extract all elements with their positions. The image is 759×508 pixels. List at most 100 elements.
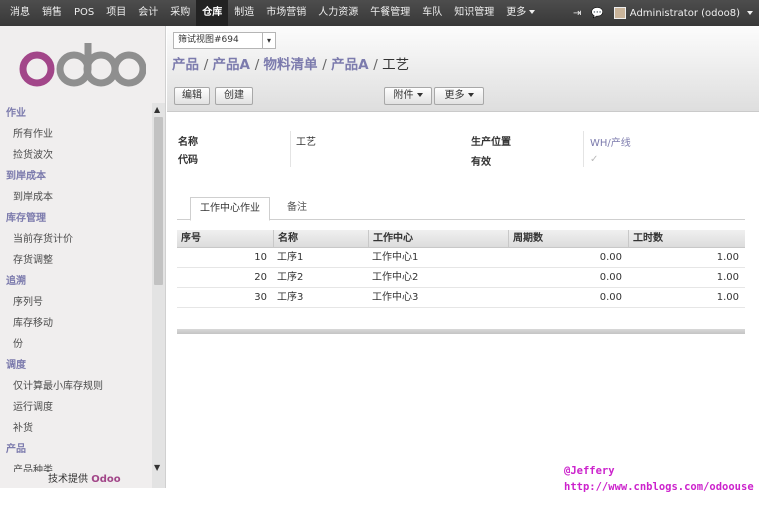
- attachment-label: 附件: [393, 90, 414, 101]
- more-label: 更多: [444, 90, 465, 101]
- cell-hours: 1.00: [716, 252, 739, 263]
- table-row[interactable]: 30 工序3 工作中心3 0.00 1.00: [177, 288, 745, 308]
- watermark-url: http://www.cnblogs.com/odoouse: [564, 481, 754, 493]
- active-label: 有效: [471, 157, 491, 168]
- cell-sequence: 10: [254, 252, 267, 263]
- menu-lunch[interactable]: 午餐管理: [364, 0, 416, 26]
- menu-purchase[interactable]: 采购: [164, 0, 196, 26]
- scrollbar-thumb[interactable]: [154, 117, 163, 285]
- operations-table: 序号 名称 工作中心 周期数 工时数 10 工序1 工作中心1 0.00 1.0…: [177, 230, 745, 308]
- sidebar: 作业 所有作业 捡货波次 到岸成本 到岸成本 库存管理 当前存货计价 存货调整 …: [0, 26, 166, 488]
- chevron-down-icon: [467, 93, 474, 97]
- sidebar-section-landed-costs: 到岸成本: [6, 171, 46, 182]
- sidebar-item-stock-moves[interactable]: 库存移动: [0, 313, 152, 334]
- sidebar-item-run-schedulers[interactable]: 运行调度: [0, 397, 152, 418]
- sidebar-item-serial-numbers[interactable]: 序列号: [0, 292, 152, 313]
- sidebar-item-picking-waves[interactable]: 捡货波次: [0, 145, 152, 166]
- breadcrumb-separator: /: [254, 57, 264, 73]
- sidebar-item-replenishment[interactable]: 补货: [0, 418, 152, 439]
- sidebar-item-landed-costs[interactable]: 到岸成本: [0, 187, 152, 208]
- view-selector-value: 筛试视图#694: [178, 35, 239, 45]
- cell-workcenter: 工作中心1: [372, 252, 419, 263]
- user-menu[interactable]: Administrator (odoo8): [613, 7, 753, 19]
- col-sequence[interactable]: 序号: [177, 230, 273, 248]
- col-cycles[interactable]: 周期数: [508, 230, 628, 248]
- name-label: 名称: [178, 137, 198, 148]
- chevron-down-icon: [747, 11, 753, 15]
- sidebar-item-inventory-valuation[interactable]: 当前存货计价: [0, 229, 152, 250]
- production-location-link[interactable]: WH/产线: [590, 134, 631, 149]
- menu-marketing[interactable]: 市场营销: [260, 0, 312, 26]
- scroll-up-icon[interactable]: ▲: [154, 105, 160, 114]
- breadcrumb-item[interactable]: 产品: [172, 57, 199, 73]
- menu-messages[interactable]: 消息: [4, 0, 36, 26]
- name-field: 工艺: [296, 137, 316, 148]
- table-header: 序号 名称 工作中心 周期数 工时数: [177, 230, 745, 248]
- cell-name: 工序1: [277, 252, 304, 263]
- sidebar-section-traceability: 追溯: [6, 276, 26, 287]
- chevron-down-icon[interactable]: ▾: [262, 33, 275, 48]
- breadcrumb-item[interactable]: 物料清单: [264, 57, 318, 73]
- menu-more-label: 更多: [506, 7, 527, 18]
- breadcrumb-item[interactable]: 产品A: [331, 57, 368, 73]
- cell-workcenter: 工作中心2: [372, 272, 419, 283]
- odoo-logo[interactable]: [18, 43, 146, 87]
- breadcrumb-separator: /: [373, 57, 383, 73]
- chevron-down-icon: [529, 10, 536, 14]
- menu-warehouse[interactable]: 仓库: [196, 0, 229, 26]
- avatar: [613, 7, 626, 19]
- powered-by-prefix: 技术提供: [48, 474, 88, 485]
- production-location-label: 生产位置: [471, 137, 511, 148]
- sidebar-section-operations: 作业: [6, 108, 26, 119]
- menu-project[interactable]: 项目: [100, 0, 132, 26]
- sidebar-item-all-operations[interactable]: 所有作业: [0, 124, 152, 145]
- sidebar-item-compute-min-rules[interactable]: 仅计算最小库存规则: [0, 376, 152, 397]
- scroll-down-icon[interactable]: ▼: [154, 463, 160, 472]
- tab-notes[interactable]: 备注: [278, 197, 316, 221]
- powered-by-link[interactable]: Odoo: [91, 474, 120, 485]
- table-footer: [177, 329, 745, 334]
- col-workcenter[interactable]: 工作中心: [368, 230, 508, 248]
- create-button[interactable]: 创建: [215, 87, 253, 105]
- breadcrumb: 产品 / 产品A / 物料清单 / 产品A / 工艺: [172, 53, 409, 73]
- cell-name: 工序2: [277, 272, 304, 283]
- cell-sequence: 20: [254, 272, 267, 283]
- menu-manufacturing[interactable]: 制造: [228, 0, 260, 26]
- sidebar-section-inventory-control: 库存管理: [6, 213, 46, 224]
- breadcrumb-item[interactable]: 产品A: [213, 57, 250, 73]
- more-button[interactable]: 更多: [434, 87, 484, 105]
- sidebar-menu: 作业 所有作业 捡货波次 到岸成本 到岸成本 库存管理 当前存货计价 存货调整 …: [0, 103, 152, 488]
- cell-sequence: 30: [254, 292, 267, 303]
- edit-button[interactable]: 编辑: [174, 87, 210, 105]
- chat-icon[interactable]: 💬: [591, 8, 603, 19]
- menu-more[interactable]: 更多: [500, 0, 541, 26]
- field-divider: [583, 131, 584, 167]
- sidebar-section-products: 产品: [6, 444, 26, 455]
- menu-fleet[interactable]: 车队: [416, 0, 448, 26]
- col-hours[interactable]: 工时数: [628, 230, 745, 248]
- form-sheet: 名称 工艺 代码 生产位置 WH/产线 有效 ✓ 工作中心作业 备注 序号 名称…: [167, 113, 759, 488]
- col-name[interactable]: 名称: [273, 230, 368, 248]
- notebook-tabs: 工作中心作业 备注: [177, 197, 745, 221]
- menu-pos[interactable]: POS: [68, 0, 100, 26]
- sidebar-scrollbar[interactable]: ▲ ▼: [152, 103, 165, 488]
- cell-hours: 1.00: [716, 292, 739, 303]
- field-divider: [290, 131, 291, 167]
- menu-knowledge[interactable]: 知识管理: [448, 0, 500, 26]
- sidebar-item-inventory-adjustments[interactable]: 存货调整: [0, 250, 152, 271]
- cell-hours: 1.00: [716, 272, 739, 283]
- sidebar-item-quants[interactable]: 份: [0, 334, 152, 355]
- table-row[interactable]: 20 工序2 工作中心2 0.00 1.00: [177, 268, 745, 288]
- sidebar-section-schedulers: 调度: [6, 360, 26, 371]
- menu-hr[interactable]: 人力资源: [312, 0, 364, 26]
- watermark-author: @Jeffery: [564, 465, 615, 477]
- view-selector[interactable]: 筛试视图#694 ▾: [173, 32, 276, 49]
- top-navbar: 消息 销售 POS 项目 会计 采购 仓库 制造 市场营销 人力资源 午餐管理 …: [0, 0, 759, 26]
- attachment-button[interactable]: 附件: [384, 87, 432, 105]
- table-row[interactable]: 10 工序1 工作中心1 0.00 1.00: [177, 248, 745, 268]
- tab-workcenter-operations[interactable]: 工作中心作业: [190, 197, 270, 221]
- signin-icon[interactable]: ⇥: [573, 8, 581, 19]
- menu-accounting[interactable]: 会计: [132, 0, 164, 26]
- menu-sales[interactable]: 销售: [36, 0, 68, 26]
- cell-cycles: 0.00: [599, 252, 622, 263]
